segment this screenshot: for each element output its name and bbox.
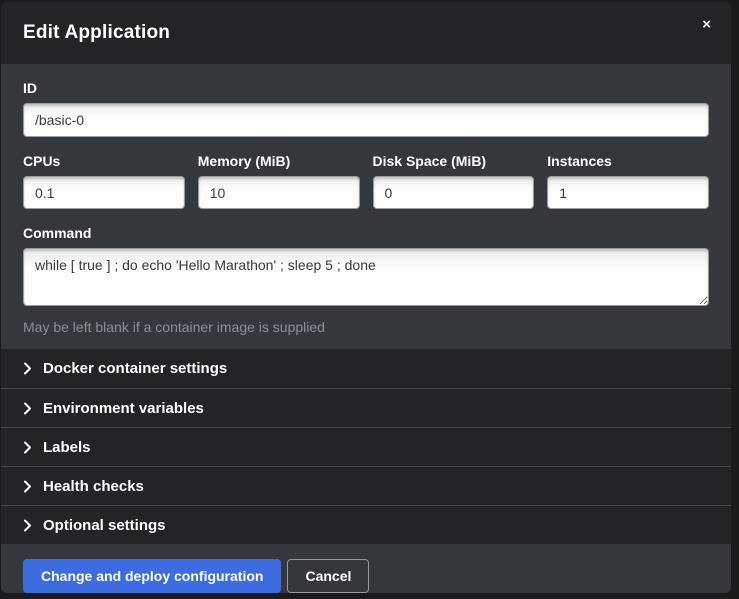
chevron-right-icon [23, 480, 32, 493]
command-help-text: May be left blank if a container image i… [23, 319, 709, 335]
close-icon[interactable]: × [698, 15, 715, 34]
edit-application-modal: Edit Application × ID CPUs Memory (MiB) … [1, 2, 731, 593]
instances-field-label: Instances [547, 153, 709, 169]
section-label: Environment variables [43, 400, 204, 417]
instances-input[interactable] [547, 176, 709, 209]
command-textarea[interactable]: while [ true ] ; do echo 'Hello Marathon… [23, 248, 709, 306]
resources-row: CPUs Memory (MiB) Disk Space (MiB) Insta… [23, 153, 709, 209]
modal-footer: Change and deploy configuration Cancel [1, 544, 731, 593]
section-environment-variables[interactable]: Environment variables [1, 388, 731, 427]
chevron-right-icon [23, 519, 32, 532]
id-field-group: ID [23, 80, 709, 137]
modal-title: Edit Application [23, 22, 170, 44]
disk-input[interactable] [373, 176, 535, 209]
section-optional-settings[interactable]: Optional settings [1, 505, 731, 544]
change-and-deploy-button[interactable]: Change and deploy configuration [23, 559, 281, 593]
memory-field-label: Memory (MiB) [198, 153, 360, 169]
section-labels[interactable]: Labels [1, 427, 731, 466]
cancel-button[interactable]: Cancel [287, 559, 369, 593]
memory-input[interactable] [198, 176, 360, 209]
section-label: Docker container settings [43, 360, 227, 377]
application-form: ID CPUs Memory (MiB) Disk Space (MiB) In… [1, 64, 731, 349]
collapsible-sections: Docker container settings Environment va… [1, 349, 731, 544]
disk-field-group: Disk Space (MiB) [373, 153, 535, 209]
command-field-group: Command while [ true ] ; do echo 'Hello … [23, 225, 709, 335]
memory-field-group: Memory (MiB) [198, 153, 360, 209]
id-field-label: ID [23, 80, 709, 96]
id-input[interactable] [23, 103, 709, 137]
instances-field-group: Instances [547, 153, 709, 209]
section-label: Optional settings [43, 517, 166, 534]
cpus-field-group: CPUs [23, 153, 185, 209]
chevron-right-icon [23, 402, 32, 415]
cpus-input[interactable] [23, 176, 185, 209]
chevron-right-icon [23, 362, 32, 375]
section-health-checks[interactable]: Health checks [1, 466, 731, 505]
section-label: Health checks [43, 478, 144, 495]
disk-field-label: Disk Space (MiB) [373, 153, 535, 169]
cpus-field-label: CPUs [23, 153, 185, 169]
command-field-label: Command [23, 225, 709, 241]
chevron-right-icon [23, 441, 32, 454]
section-docker-container-settings[interactable]: Docker container settings [1, 349, 731, 388]
section-label: Labels [43, 439, 91, 456]
modal-header: Edit Application × [1, 2, 731, 64]
